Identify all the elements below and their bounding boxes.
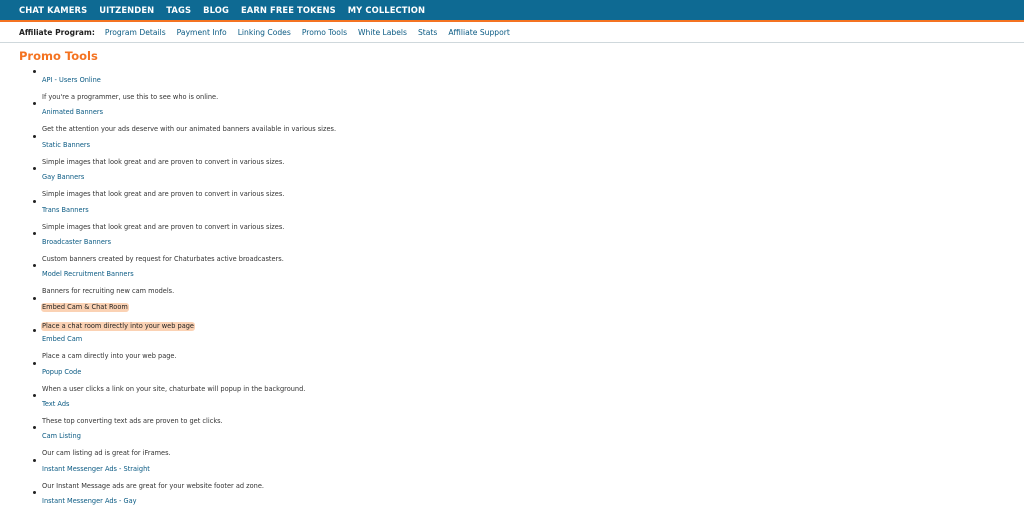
page-title: Promo Tools — [19, 49, 98, 63]
list-item: API - Users Online If you're a programme… — [0, 67, 1024, 101]
tool-link-model-recruitment-banners[interactable]: Model Recruitment Banners — [42, 270, 134, 279]
nav-uitzenden[interactable]: UITZENDEN — [99, 5, 154, 15]
list-item: Instant Messenger Ads - Gay — [0, 488, 1024, 507]
bullet-icon — [33, 329, 36, 333]
tool-link-api-users-online[interactable]: API - Users Online — [42, 76, 101, 85]
bullet-icon — [33, 231, 36, 235]
list-item: Text Ads These top converting text ads a… — [0, 391, 1024, 425]
tool-link-embed-cam[interactable]: Embed Cam — [42, 335, 82, 344]
nav-chat-kamers[interactable]: CHAT KAMERS — [19, 5, 87, 15]
tool-link-im-ads-straight[interactable]: Instant Messenger Ads - Straight — [42, 465, 150, 474]
bullet-icon — [33, 426, 36, 430]
tool-link-im-ads-gay[interactable]: Instant Messenger Ads - Gay — [42, 497, 137, 506]
bullet-icon — [33, 458, 36, 462]
subnav-program-details[interactable]: Program Details — [105, 28, 166, 37]
subnav-affiliate-support[interactable]: Affiliate Support — [448, 28, 510, 37]
nav-blog[interactable]: BLOG — [203, 5, 229, 15]
subnav-payment-info[interactable]: Payment Info — [177, 28, 227, 37]
tool-link-trans-banners[interactable]: Trans Banners — [42, 206, 89, 215]
tool-link-animated-banners[interactable]: Animated Banners — [42, 108, 103, 117]
list-item: Popup Code When a user clicks a link on … — [0, 359, 1024, 393]
list-item: Cam Listing Our cam listing ad is great … — [0, 423, 1024, 457]
list-item: Animated Banners Get the attention your … — [0, 99, 1024, 133]
tool-link-popup-code[interactable]: Popup Code — [42, 368, 81, 377]
bullet-icon — [33, 102, 36, 106]
tool-link-gay-banners[interactable]: Gay Banners — [42, 173, 84, 182]
affiliate-subnav: Affiliate Program: Program Details Payme… — [0, 22, 1024, 43]
nav-my-collection[interactable]: MY COLLECTION — [348, 5, 425, 15]
subnav-promo-tools[interactable]: Promo Tools — [302, 28, 347, 37]
subnav-white-labels[interactable]: White Labels — [358, 28, 407, 37]
bullet-icon — [33, 134, 36, 138]
bullet-icon — [33, 491, 36, 495]
tool-link-broadcaster-banners[interactable]: Broadcaster Banners — [42, 238, 111, 247]
tool-link-text-ads[interactable]: Text Ads — [42, 400, 69, 409]
bullet-icon — [33, 296, 36, 300]
promo-tools-list: API - Users Online If you're a programme… — [0, 67, 1024, 507]
bullet-icon — [33, 167, 36, 171]
tool-link-static-banners[interactable]: Static Banners — [42, 141, 90, 150]
list-item: Embed Cam Place a cam directly into your… — [0, 326, 1024, 360]
tool-link-cam-listing[interactable]: Cam Listing — [42, 432, 81, 441]
list-item: Broadcaster Banners Custom banners creat… — [0, 229, 1024, 263]
nav-tags[interactable]: TAGS — [166, 5, 191, 15]
tool-link-embed-cam-chat-room[interactable]: Embed Cam & Chat Room — [41, 302, 129, 312]
subnav-stats[interactable]: Stats — [418, 28, 437, 37]
bullet-icon — [33, 393, 36, 397]
bullet-icon — [33, 264, 36, 268]
nav-earn-free-tokens[interactable]: EARN FREE TOKENS — [241, 5, 336, 15]
affiliate-program-label: Affiliate Program: — [19, 27, 95, 37]
bullet-icon — [33, 70, 36, 73]
bullet-icon — [33, 199, 36, 203]
list-item-highlighted: Embed Cam & Chat Room Place a chat room … — [0, 294, 1024, 331]
list-item: Trans Banners Simple images that look gr… — [0, 197, 1024, 231]
list-item: Static Banners Simple images that look g… — [0, 132, 1024, 166]
bullet-icon — [33, 361, 36, 365]
subnav-linking-codes[interactable]: Linking Codes — [238, 28, 291, 37]
list-item: Model Recruitment Banners Banners for re… — [0, 261, 1024, 295]
top-navigation: CHAT KAMERS UITZENDEN TAGS BLOG EARN FRE… — [0, 0, 1024, 22]
list-item: Instant Messenger Ads - Straight Our Ins… — [0, 456, 1024, 490]
list-item: Gay Banners Simple images that look grea… — [0, 164, 1024, 198]
